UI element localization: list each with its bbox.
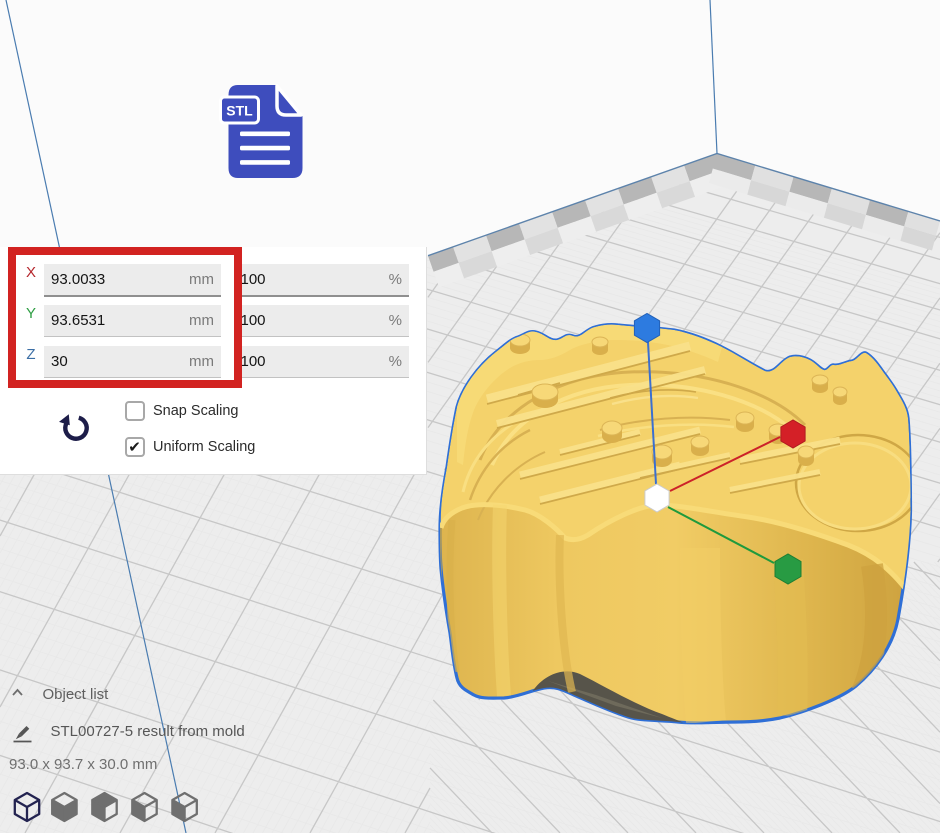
svg-text:STL: STL: [226, 103, 253, 119]
